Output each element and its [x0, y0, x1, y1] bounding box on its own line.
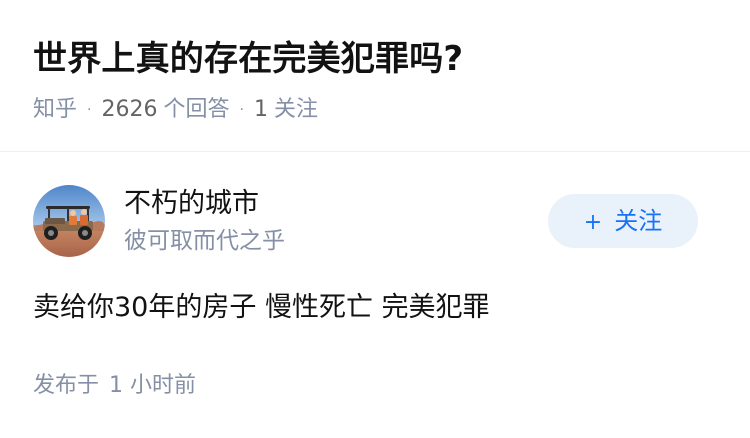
question-header: 世界上真的存在完美犯罪吗? 知乎 · 2626 个回答 · 1 关注 — [0, 0, 750, 152]
follow-button-label: 关注 — [614, 207, 663, 235]
author-headline: 彼可取而代之乎 — [124, 228, 285, 254]
plus-icon: + — [583, 210, 603, 235]
answer-count: 2626 — [101, 97, 158, 122]
follow-button[interactable]: + 关注 — [548, 194, 698, 248]
meta-separator: · — [239, 102, 244, 118]
author-avatar[interactable] — [33, 185, 105, 257]
question-meta: 知乎 · 2626 个回答 · 1 关注 — [33, 94, 318, 126]
avatar-image — [33, 185, 105, 257]
question-title[interactable]: 世界上真的存在完美犯罪吗? — [33, 33, 463, 85]
author-name[interactable]: 不朽的城市 — [124, 186, 259, 222]
answer-time: 发布于 1 小时前 — [33, 370, 196, 402]
meta-separator: · — [87, 102, 92, 118]
page: 世界上真的存在完美犯罪吗? 知乎 · 2626 个回答 · 1 关注 不朽的城市… — [0, 0, 750, 438]
published-time: 1 小时前 — [109, 373, 197, 398]
answer-count-label[interactable]: 个回答 — [163, 97, 229, 122]
answer-card: 不朽的城市 彼可取而代之乎 + 关注 卖给你30年的房子 慢性死亡 完美犯罪 发布… — [0, 152, 750, 438]
follower-label: 关注 — [273, 97, 318, 122]
answer-content[interactable]: 卖给你30年的房子 慢性死亡 完美犯罪 — [33, 288, 490, 328]
published-label: 发布于 — [33, 373, 100, 398]
source-label[interactable]: 知乎 — [33, 97, 77, 122]
follower-count: 1 — [253, 97, 268, 122]
